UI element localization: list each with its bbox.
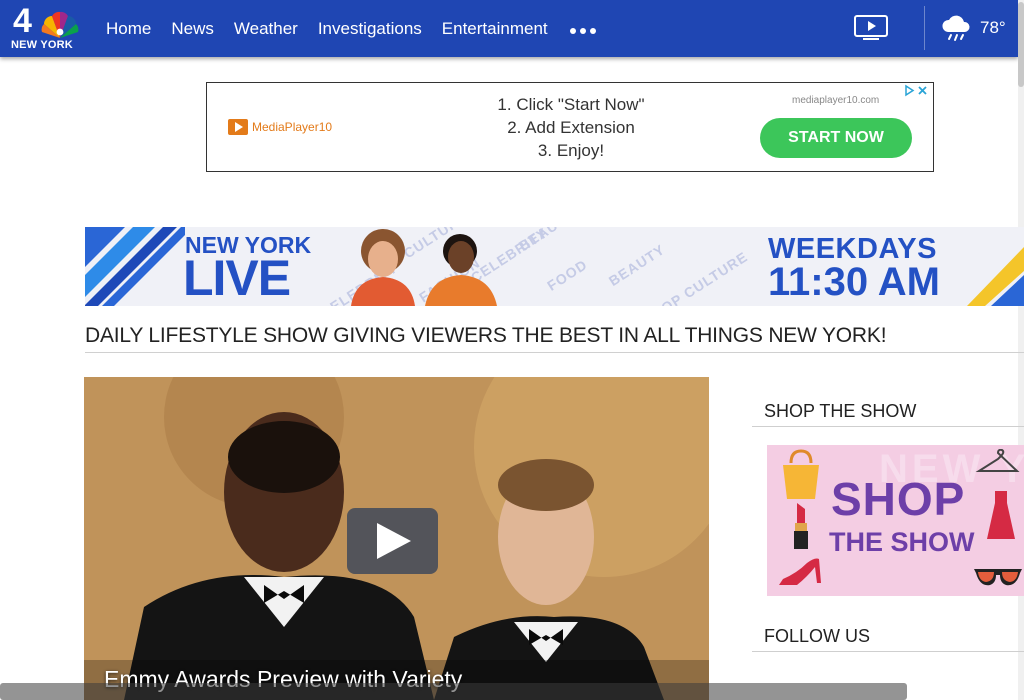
lipstick-icon <box>794 503 808 549</box>
bg-word: BEAUTY <box>605 240 668 290</box>
shop-the-show-promo[interactable]: NEW YORK LIVE SHOP THE SHOW <box>767 445 1024 596</box>
ad-brand-name: MediaPlayer10 <box>252 120 333 134</box>
shop-promo-title: SHOP <box>831 473 966 525</box>
bg-word: POP CULTURE <box>649 248 751 306</box>
sidebar-divider <box>752 426 1024 427</box>
headline-divider <box>85 352 1024 353</box>
video-play-button[interactable] <box>347 508 438 574</box>
ad-brand-logo[interactable]: MediaPlayer10 <box>228 119 332 135</box>
tv-play-icon[interactable] <box>853 14 889 42</box>
peacock-icon <box>41 11 79 38</box>
bg-word: FOOD <box>544 256 591 294</box>
nav-news-link[interactable]: News <box>171 19 214 39</box>
hanger-icon <box>975 449 1020 472</box>
ad-step: 3. Enjoy! <box>537 141 605 160</box>
temperature-readout[interactable]: 78° <box>980 18 1006 38</box>
show-description-headline: DAILY LIFESTYLE SHOW GIVING VIEWERS THE … <box>85 324 887 347</box>
horizontal-scrollbar[interactable] <box>0 683 907 700</box>
sunglasses-icon <box>974 569 1022 586</box>
new-york-live-banner[interactable]: CELEBRITY FASHION CELEBRITY FOOD BEAUTY … <box>85 227 1024 306</box>
rain-cloud-icon[interactable] <box>940 14 972 44</box>
page-scrollbar-thumb[interactable] <box>1018 2 1024 87</box>
ad-steps: 1. Click "Start Now" 2. Add Extension 3.… <box>457 93 685 162</box>
nav-weather-link[interactable]: Weather <box>234 19 298 39</box>
nbc-new-york-logo[interactable]: 4 NEW YORK <box>10 2 80 54</box>
top-navigation-bar: 4 NEW YORK Home News Weather Investigati… <box>0 0 1018 57</box>
follow-us-heading: FOLLOW US <box>764 626 871 646</box>
ad-domain: mediaplayer10.com <box>792 95 880 106</box>
video-player[interactable]: Emmy Awards Preview with Variety <box>84 377 709 700</box>
nav-home-link[interactable]: Home <box>106 19 151 39</box>
nav-investigations-link[interactable]: Investigations <box>318 19 422 39</box>
high-heel-icon <box>779 558 821 585</box>
nav-entertainment-link[interactable]: Entertainment <box>442 19 548 39</box>
shop-the-show-heading: SHOP THE SHOW <box>764 401 917 421</box>
ad-step: 1. Click "Start Now" <box>497 95 645 114</box>
bg-word: BEAUTY <box>515 227 578 255</box>
sidebar-divider <box>752 651 1024 652</box>
advertisement-banner[interactable]: MediaPlayer10 1. Click "Start Now" 2. Ad… <box>206 82 934 172</box>
ad-start-now-button[interactable]: START NOW <box>760 118 912 158</box>
banner-corner-stripes <box>967 247 1024 306</box>
shop-promo-subtitle: THE SHOW <box>829 527 975 557</box>
show-schedule-time: 11:30 AM <box>768 260 940 304</box>
ad-step: 2. Add Extension <box>507 118 635 137</box>
show-hosts-photo <box>351 229 497 306</box>
nav-divider <box>924 6 925 50</box>
banner-stripes-graphic <box>85 227 185 306</box>
ad-choices-icon[interactable] <box>904 84 930 97</box>
media-player-icon <box>228 119 248 135</box>
show-title-line2: LIVE <box>183 250 291 306</box>
dress-icon <box>987 491 1015 539</box>
shopping-bag-icon <box>783 449 819 499</box>
logo-city-name: NEW YORK <box>11 39 73 51</box>
main-nav: Home News Weather Investigations Enterta… <box>96 0 596 57</box>
more-dots-icon[interactable] <box>569 27 596 34</box>
logo-channel-number: 4 <box>13 2 32 40</box>
